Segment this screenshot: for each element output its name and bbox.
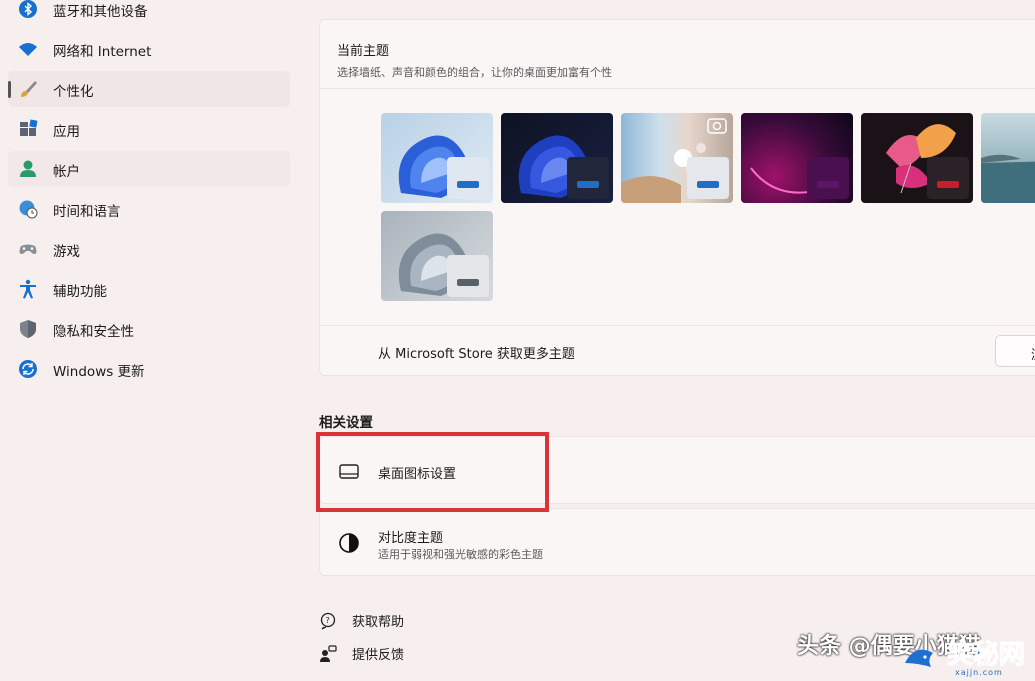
give-feedback-link[interactable]: 提供反馈 xyxy=(319,644,404,663)
get-help-label: 获取帮助 xyxy=(352,615,405,630)
contrast-icon xyxy=(339,533,359,553)
accent-swatch xyxy=(457,181,479,188)
accent-swatch xyxy=(937,181,959,188)
sidebar-item-label: 应用 xyxy=(53,124,80,140)
themes-title: 当前主题 xyxy=(337,44,390,59)
sidebar-item-label: Windows 更新 xyxy=(53,364,145,380)
sidebar-item-time-language[interactable]: 时间和语言 xyxy=(8,191,290,227)
sidebar-item-privacy[interactable]: 隐私和安全性 xyxy=(8,311,290,347)
give-feedback-label: 提供反馈 xyxy=(352,648,405,663)
theme-preview-window xyxy=(567,157,609,199)
help-icon: ? xyxy=(320,612,336,630)
theme-thumbnail[interactable] xyxy=(381,113,493,203)
contrast-themes-row[interactable]: 对比度主题 适用于弱视和强光敏感的彩色主题 xyxy=(319,508,1035,576)
contrast-themes-title: 对比度主题 xyxy=(378,531,444,546)
store-themes-text: 从 Microsoft Store 获取更多主题 xyxy=(378,347,575,362)
accent-swatch xyxy=(817,181,839,188)
theme-preview-window xyxy=(447,255,489,297)
sidebar-item-label: 蓝牙和其他设备 xyxy=(53,4,148,20)
account-icon xyxy=(20,160,36,177)
sidebar-item-apps[interactable]: 应用 xyxy=(8,111,290,147)
wifi-icon xyxy=(19,43,37,56)
sidebar-item-label: 隐私和安全性 xyxy=(53,324,134,340)
feedback-icon xyxy=(320,644,337,662)
camera-icon xyxy=(707,118,727,134)
sidebar-item-label: 游戏 xyxy=(53,244,80,260)
theme-thumbnail[interactable] xyxy=(621,113,733,203)
bluetooth-icon xyxy=(19,0,37,18)
sidebar-item-network[interactable]: 网络和 Internet xyxy=(8,31,290,67)
divider xyxy=(320,88,1035,89)
sidebar-item-windows-update[interactable]: Windows 更新 xyxy=(8,351,290,387)
sidebar-item-label: 时间和语言 xyxy=(53,204,121,220)
sidebar-item-label: 辅助功能 xyxy=(53,284,107,300)
watermark-site: xajjn.com xyxy=(955,668,1003,677)
svg-text:笑秘网: 笑秘网 xyxy=(947,639,1025,670)
sidebar-item-personalization[interactable]: 个性化 xyxy=(8,71,290,107)
divider xyxy=(320,325,1035,326)
browse-themes-button[interactable]: 浏 xyxy=(995,335,1035,367)
sidebar-item-label: 帐户 xyxy=(53,164,80,180)
theme-preview-window xyxy=(927,157,969,199)
sidebar-item-accessibility[interactable]: 辅助功能 xyxy=(8,271,290,307)
sidebar-item-label: 网络和 Internet xyxy=(53,44,152,60)
svg-text:?: ? xyxy=(326,616,330,625)
accent-swatch xyxy=(457,279,479,286)
theme-preview-window xyxy=(447,157,489,199)
sidebar: 蓝牙和其他设备 网络和 Internet 个性化 应用 帐户 时间和语言 游戏 … xyxy=(0,0,300,681)
brush-icon xyxy=(21,81,37,97)
themes-subtitle: 选择墙纸、声音和颜色的组合，让你的桌面更加富有个性 xyxy=(337,66,612,79)
theme-thumbnail[interactable] xyxy=(861,113,973,203)
annotation-highlight-box xyxy=(316,432,549,512)
selection-indicator xyxy=(8,81,11,98)
theme-thumbnail[interactable] xyxy=(501,113,613,203)
theme-thumbnail[interactable] xyxy=(981,113,1035,203)
theme-preview-window xyxy=(687,157,729,199)
globe-clock-icon xyxy=(19,200,38,219)
apps-icon xyxy=(20,119,38,136)
theme-thumbnail[interactable] xyxy=(381,211,493,301)
gamepad-icon xyxy=(19,244,37,254)
accessibility-icon xyxy=(20,279,36,299)
themes-card: 当前主题 选择墙纸、声音和颜色的组合，让你的桌面更加富有个性 从 Microso… xyxy=(319,19,1035,376)
lake-wallpaper xyxy=(981,154,1035,203)
shield-icon xyxy=(20,320,36,338)
accent-swatch xyxy=(697,181,719,188)
sidebar-item-accounts[interactable]: 帐户 xyxy=(8,151,290,187)
contrast-themes-subtitle: 适用于弱视和强光敏感的彩色主题 xyxy=(378,548,543,561)
theme-thumbnail[interactable] xyxy=(741,113,853,203)
theme-preview-window xyxy=(807,157,849,199)
accent-swatch xyxy=(577,181,599,188)
get-help-link[interactable]: ? 获取帮助 xyxy=(319,611,404,630)
sidebar-item-bluetooth[interactable]: 蓝牙和其他设备 xyxy=(8,0,290,27)
update-icon xyxy=(19,360,37,378)
sidebar-item-label: 个性化 xyxy=(53,84,94,100)
sidebar-item-gaming[interactable]: 游戏 xyxy=(8,231,290,267)
related-settings-title: 相关设置 xyxy=(319,415,373,431)
